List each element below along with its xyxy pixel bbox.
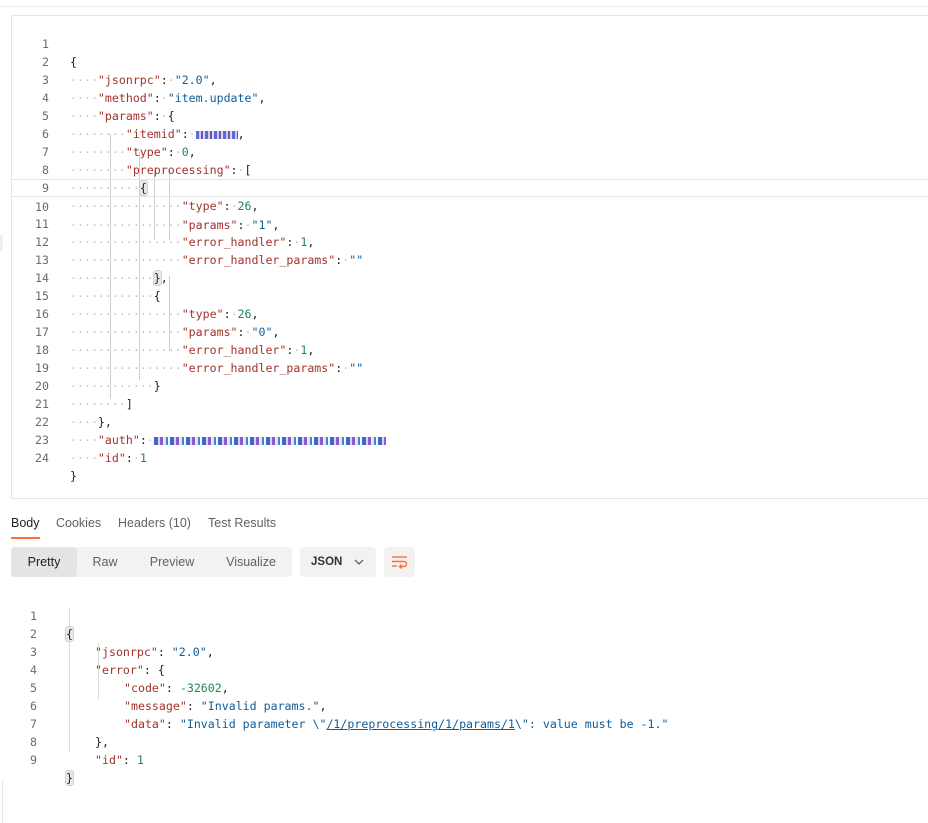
- code-line: 3 ····"method":·"item.update",: [42, 73, 266, 105]
- view-pretty-button[interactable]: Pretty: [11, 547, 77, 577]
- code-line: 24 }: [35, 451, 77, 483]
- code-line: 9 ················"type":·26,: [42, 181, 259, 213]
- panel-border: [2, 780, 3, 823]
- text-wrap-icon: [392, 556, 408, 569]
- code-line-current: 10 ················"params":·"1",: [12, 179, 928, 232]
- code-line: 6 ········"type":·0,: [42, 127, 196, 159]
- code-line: 7 ········"preprocessing":·[: [42, 145, 252, 177]
- code-line: 7 },: [30, 717, 109, 749]
- code-line: 4 ····"params":·{: [42, 91, 175, 123]
- chevron-down-icon: [354, 559, 364, 565]
- code-line: 21 ····},: [35, 397, 112, 429]
- code-line: 23 ····"id":·1: [35, 433, 147, 465]
- view-raw-button[interactable]: Raw: [83, 547, 127, 577]
- response-tabs: Body Cookies Headers (10) Test Results: [0, 506, 928, 542]
- tab-headers[interactable]: Headers (10): [118, 515, 191, 539]
- code-line: 16 ················"params":·"0",: [35, 307, 280, 339]
- code-line: 17 ················"error_handler":·1,: [35, 325, 315, 357]
- code-line: 4 "code": -32602,: [30, 663, 229, 695]
- resize-handle-left[interactable]: [0, 235, 3, 251]
- tab-cookies[interactable]: Cookies: [56, 515, 101, 539]
- code-line: 13 ············},: [35, 253, 168, 286]
- format-select[interactable]: JSON: [300, 547, 376, 577]
- view-visualize-button[interactable]: Visualize: [216, 547, 286, 577]
- code-line: 18 ················"error_handler_params…: [35, 343, 364, 375]
- code-line: 5 ········"itemid":·,: [42, 109, 245, 141]
- response-body-viewer[interactable]: 1 { 2 "jsonrpc": "2.0", 3 "error": { 4 "…: [0, 589, 928, 823]
- code-line: 6 "data": "Invalid parameter \"/1/prepro…: [30, 699, 669, 731]
- code-line: 1 {: [42, 37, 77, 69]
- view-mode-selector: Pretty Raw Preview Visualize: [11, 547, 292, 577]
- request-body-editor[interactable]: 1 { 2 ····"jsonrpc":·"2.0", 3 ····"metho…: [11, 15, 928, 499]
- code-line: 2 "jsonrpc": "2.0",: [30, 627, 214, 659]
- code-line: 12 ················"error_handler_params…: [35, 235, 364, 267]
- code-line: 1 {: [30, 609, 74, 642]
- code-line: 8 ··········{: [42, 163, 148, 196]
- tab-test-results[interactable]: Test Results: [208, 515, 276, 539]
- view-preview-button[interactable]: Preview: [141, 547, 203, 577]
- top-divider: [0, 6, 928, 7]
- code-line: 11 ················"error_handler":·1,: [35, 217, 315, 249]
- wrap-lines-button[interactable]: [384, 547, 415, 577]
- code-line: 22 ····"auth":·: [12, 395, 928, 447]
- code-line: 20 ········]: [35, 379, 133, 411]
- code-line: 2 ····"jsonrpc":·"2.0",: [42, 55, 217, 87]
- code-line: 8 "id": 1: [30, 735, 144, 767]
- code-line: 19 ············}: [35, 361, 161, 393]
- code-line: 5 "message": "Invalid params.",: [30, 681, 327, 713]
- code-line: 3 "error": {: [30, 645, 165, 677]
- code-line: 9 }: [30, 753, 74, 786]
- code-line: 14 ············{: [35, 271, 161, 303]
- code-line: 15 ················"type":·26,: [35, 289, 259, 321]
- format-select-value: JSON: [311, 556, 343, 568]
- tab-body[interactable]: Body: [11, 515, 40, 539]
